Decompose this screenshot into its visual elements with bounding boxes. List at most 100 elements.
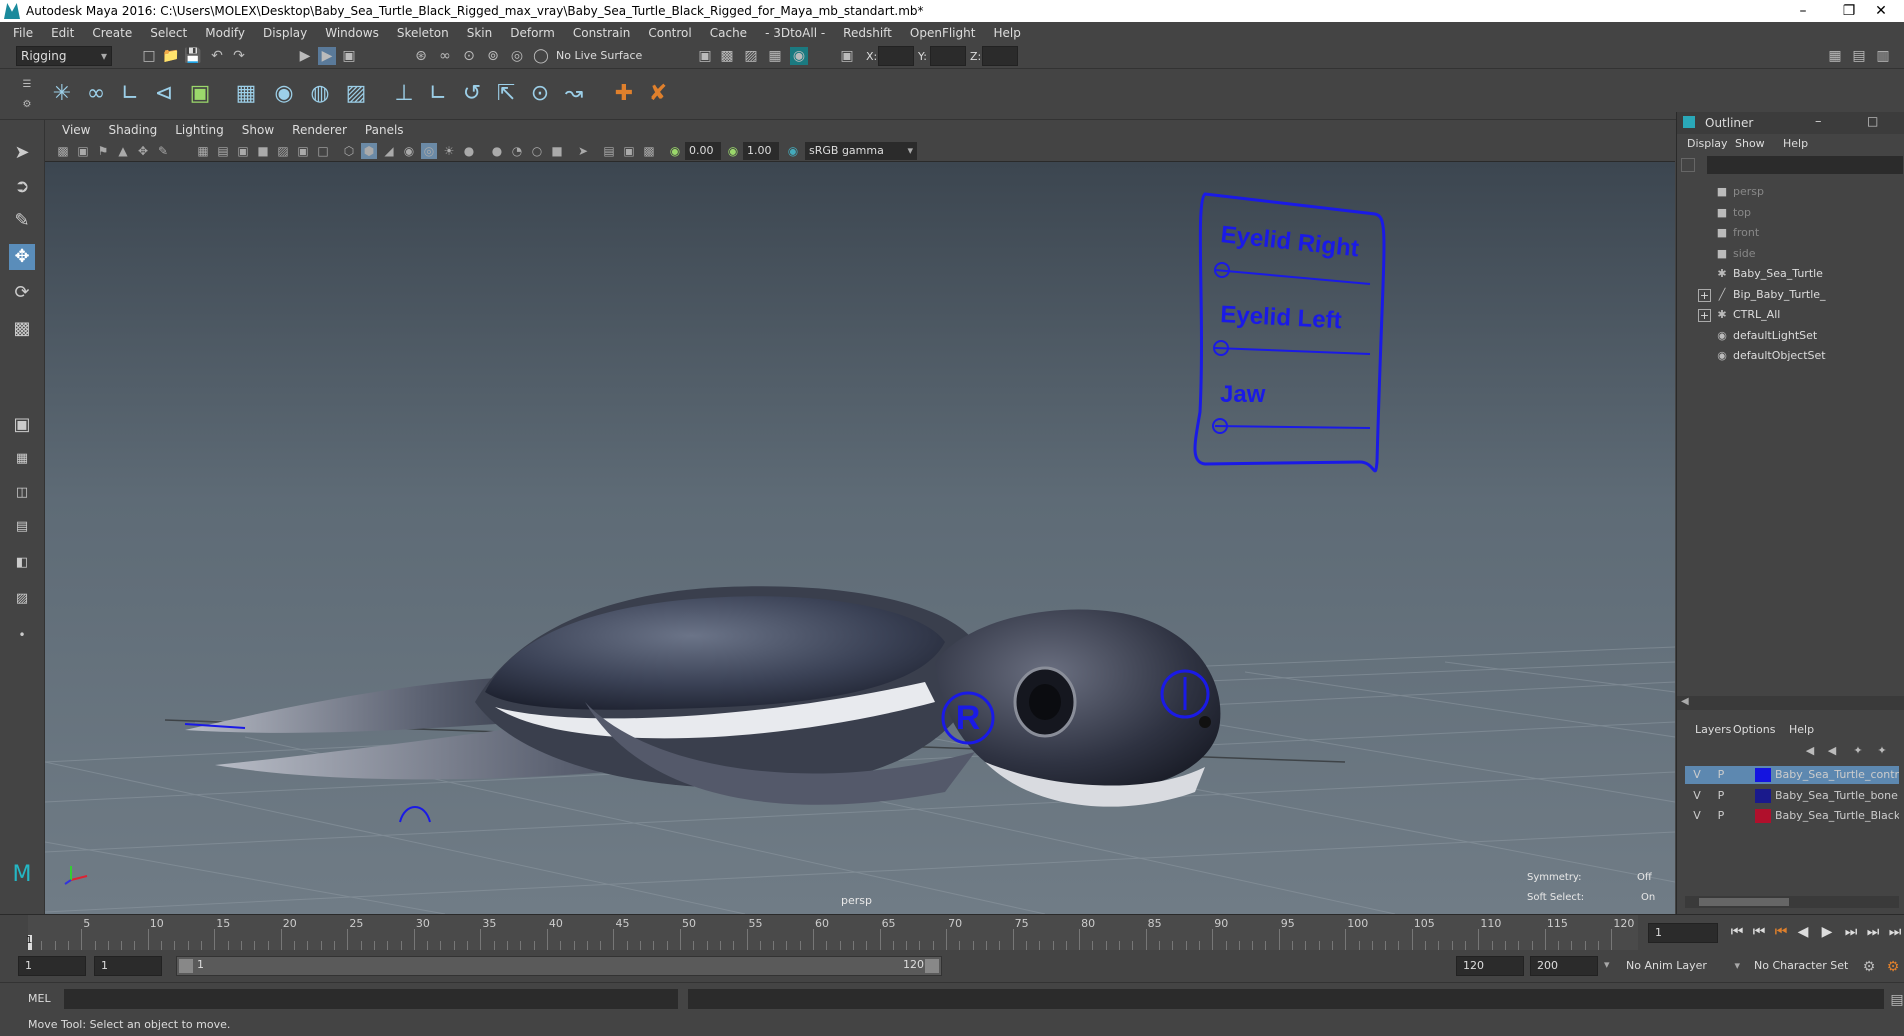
maximize-icon[interactable]: □ (1867, 114, 1878, 128)
new-scene-icon[interactable]: □ (140, 47, 158, 65)
layer-visibility-toggle[interactable]: V (1689, 807, 1705, 825)
create-locator-icon[interactable]: ✳ (48, 80, 76, 108)
menu-item[interactable]: OpenFlight (901, 26, 985, 40)
script-editor-icon[interactable]: ▤ (1888, 991, 1904, 1009)
select-component-icon[interactable]: ▣ (340, 47, 358, 65)
menu-item[interactable]: Constrain (564, 26, 640, 40)
playback-start-field[interactable]: 1 (94, 956, 162, 976)
y-field[interactable] (930, 46, 966, 66)
two-view-side-icon[interactable]: ◫ (9, 480, 35, 506)
shelf-menu-icon[interactable]: ☰ (18, 76, 36, 94)
go-to-start-icon[interactable]: ⏮ (1728, 923, 1746, 941)
bind-skin-icon[interactable]: ▦ (232, 80, 260, 108)
turtle-model[interactable] (185, 586, 1221, 807)
backface-culling-icon[interactable]: ▩ (641, 143, 657, 159)
use-all-lights-icon[interactable]: ◎ (421, 143, 437, 159)
outliner-persp-icon[interactable]: ◧ (9, 550, 35, 576)
lasso-tool-icon[interactable]: ➲ (9, 174, 35, 200)
open-scene-icon[interactable]: 📁 (162, 47, 180, 65)
menu-item[interactable]: Skin (458, 26, 502, 40)
graph-persp-icon[interactable]: ▨ (9, 586, 35, 612)
scroll-left-icon[interactable]: ◀ (1681, 696, 1689, 707)
expand-layouts-icon[interactable]: • (9, 622, 35, 648)
go-to-end-icon[interactable]: ⏭ (1886, 923, 1904, 941)
range-start-handle[interactable] (179, 959, 193, 973)
layer-color-swatch[interactable] (1755, 768, 1771, 782)
outliner-item[interactable]: ✱ Baby_Sea_Turtle (1717, 264, 1823, 284)
range-slider[interactable]: 1 120 (176, 956, 942, 976)
menu-item[interactable]: Create (83, 26, 141, 40)
resolution-gate-icon[interactable]: ▣ (235, 143, 251, 159)
fin-control[interactable] (399, 806, 431, 823)
outliner-filter-icon[interactable] (1681, 158, 1695, 172)
menu-set-dropdown[interactable]: Rigging ▾ (16, 46, 112, 66)
step-back-key-icon[interactable]: ⏮ (1772, 923, 1790, 941)
layer-row[interactable]: V P Baby_Sea_Turtle_bone (1685, 787, 1899, 805)
point-constraint-icon[interactable]: ∟ (424, 80, 452, 108)
menu-item[interactable]: Redshift (834, 26, 901, 40)
rotate-tool-icon[interactable]: ⟳ (9, 280, 35, 306)
viewport-menu-item[interactable]: Lighting (166, 123, 233, 137)
select-object-icon[interactable]: ▶ (318, 47, 336, 65)
snap-view-icon[interactable]: ⊚ (484, 47, 502, 65)
snap-curve-icon[interactable]: ∞ (436, 47, 454, 65)
two-view-stacked-icon[interactable]: ▤ (9, 514, 35, 540)
paint-select-tool-icon[interactable]: ✎ (9, 208, 35, 234)
mirror-joint-icon[interactable]: ⊲ (150, 80, 178, 108)
viewport-menu-item[interactable]: Renderer (283, 123, 356, 137)
bookmark-icon[interactable]: ⚑ (95, 143, 111, 159)
layer-color-swatch[interactable] (1755, 788, 1771, 803)
xray-active-icon[interactable]: ▣ (621, 143, 637, 159)
render-frame-icon[interactable]: ▩ (718, 47, 736, 65)
transform-constraint-icon[interactable]: ▣ (838, 47, 856, 65)
color-management-icon[interactable]: ◉ (785, 143, 801, 159)
time-slider[interactable]: 5 10 15 20 25 30 35 40 45 50 55 60 65 70 75 80 85 90 95 100… (0, 914, 1904, 951)
insert-joint-icon[interactable]: ∟ (116, 80, 144, 108)
field-chart-icon[interactable]: ▨ (275, 143, 291, 159)
undo-icon[interactable]: ↶ (208, 47, 226, 65)
menu-item[interactable]: Deform (501, 26, 564, 40)
animation-end-field[interactable]: 200 (1530, 956, 1598, 976)
new-layer-selected-icon[interactable]: ✦ (1873, 742, 1891, 760)
outliner-menu-item[interactable]: Display (1687, 137, 1728, 150)
lattice-icon[interactable]: ▨ (342, 80, 370, 108)
anim-layer-dropdown[interactable]: No Anim Layer ▾ (1620, 956, 1740, 976)
preferences-icon[interactable]: ⚙ (1884, 958, 1902, 976)
outliner-search-input[interactable] (1707, 156, 1903, 174)
character-set-dropdown[interactable]: No Character Set (1748, 956, 1868, 976)
scale-constraint-icon[interactable]: ⇱ (492, 80, 520, 108)
menu-item[interactable]: Edit (42, 26, 83, 40)
step-forward-key-icon[interactable]: ⏭ (1842, 923, 1860, 941)
outliner-item[interactable]: ■ side (1717, 244, 1756, 264)
select-hierarchy-icon[interactable]: ▶ (296, 47, 314, 65)
layer-scroll-thumb[interactable] (1699, 898, 1789, 906)
render-view-icon[interactable]: ▣ (696, 47, 714, 65)
scale-tool-icon[interactable]: ▩ (9, 316, 35, 342)
move-layer-up-icon[interactable]: ◀ (1801, 742, 1819, 760)
outliner-item[interactable]: ◉ defaultObjectSet (1717, 346, 1825, 366)
camera-attr-icon[interactable]: ▣ (75, 143, 91, 159)
ik-handle-icon[interactable]: ▣ (186, 80, 214, 108)
render-settings-icon[interactable]: ▦ (766, 47, 784, 65)
menu-item[interactable]: Help (984, 26, 1029, 40)
redo-icon[interactable]: ↷ (230, 47, 248, 65)
menu-item[interactable]: Modify (196, 26, 254, 40)
step-back-icon[interactable]: ⏮ (1750, 923, 1768, 941)
film-gate-icon[interactable]: ▤ (215, 143, 231, 159)
layer-row[interactable]: V P Baby_Sea_Turtle_contr (1685, 766, 1899, 784)
mel-command-input[interactable] (64, 989, 678, 1009)
animation-start-field[interactable]: 1 (18, 956, 86, 976)
image-plane-icon[interactable]: ▲ (115, 143, 131, 159)
attribute-editor-icon[interactable]: ▤ (1850, 47, 1868, 65)
close-icon[interactable]: ✕ (1858, 0, 1904, 22)
current-frame-field[interactable]: 1 (1648, 923, 1718, 943)
layer-menu-item[interactable]: Help (1789, 723, 1814, 736)
gamma-icon[interactable]: ◉ (725, 143, 741, 159)
minimize-icon[interactable]: – (1815, 114, 1822, 129)
layer-color-swatch[interactable] (1755, 809, 1771, 823)
layer-menu-item[interactable]: Options (1733, 723, 1775, 736)
move-tool-icon[interactable]: ✥ (9, 244, 35, 270)
channel-box-icon[interactable]: ▥ (1874, 47, 1892, 65)
textured-icon[interactable]: ◉ (401, 143, 417, 159)
cluster-icon[interactable]: ✚ (610, 80, 638, 108)
